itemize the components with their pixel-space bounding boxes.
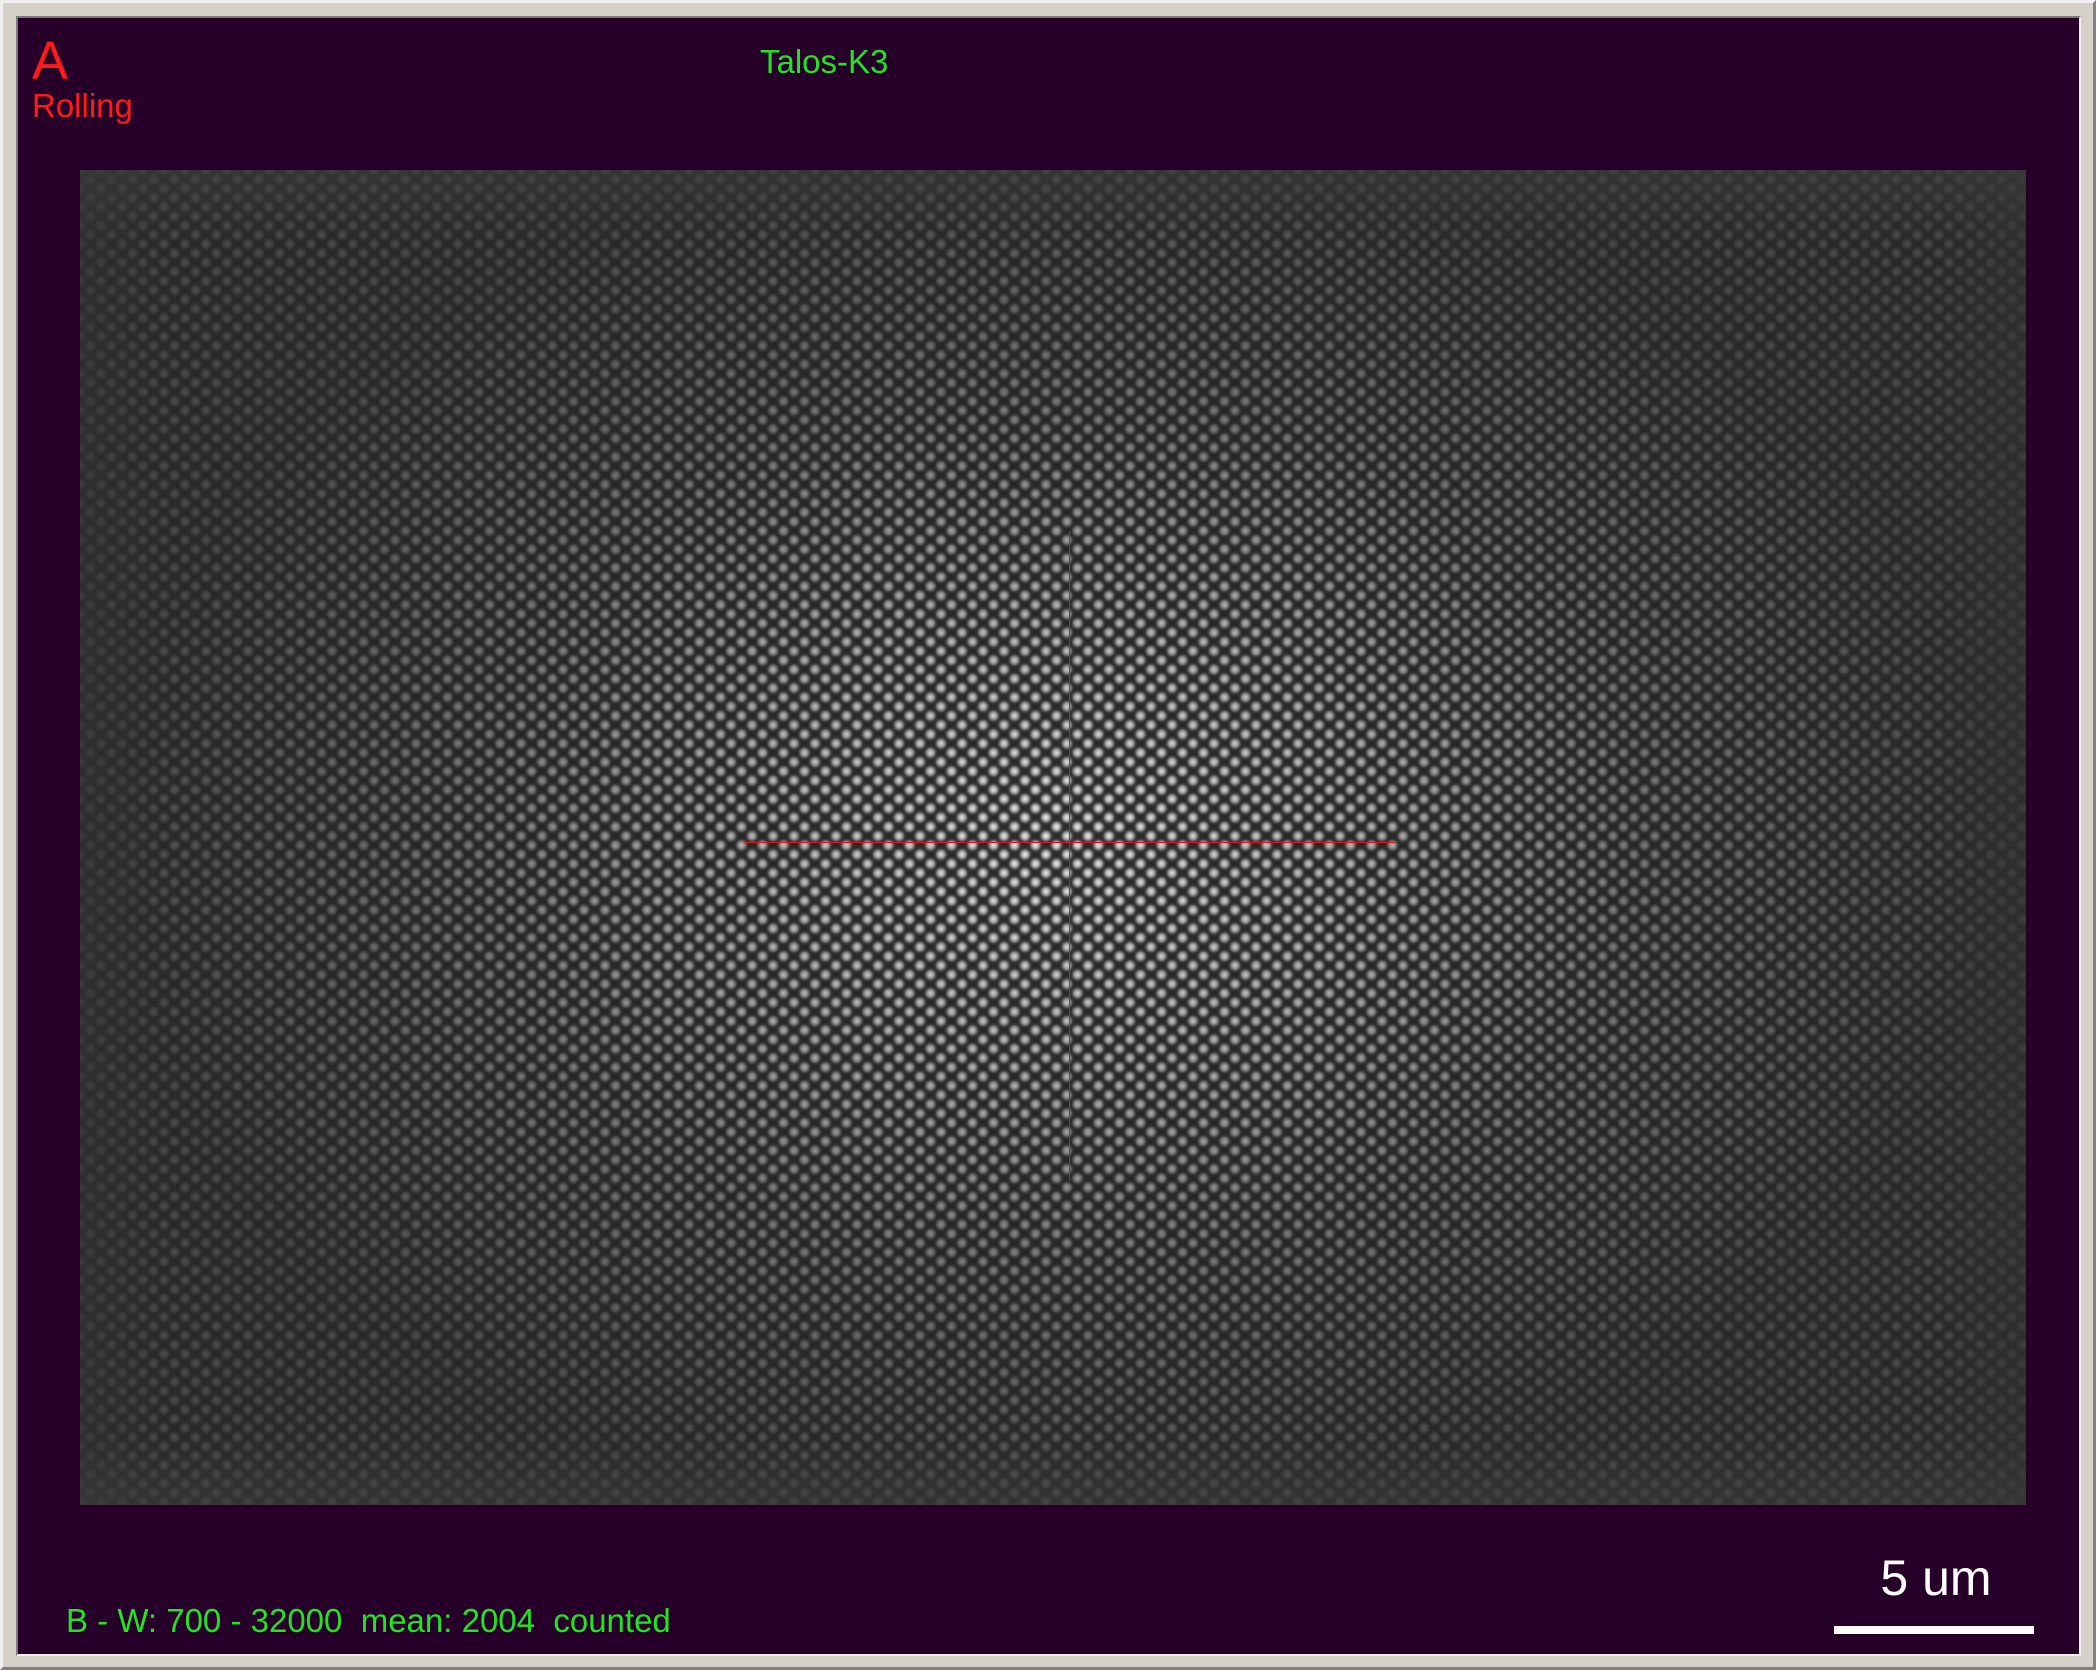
image-edge-shading: [80, 170, 2026, 1505]
buffer-letter-label: A: [32, 31, 69, 91]
image-window: A Rolling Talos-K3 B - W: 700 - 32000 me…: [0, 0, 2096, 1670]
image-viewport[interactable]: A Rolling Talos-K3 B - W: 700 - 32000 me…: [16, 16, 2081, 1656]
micrograph-image[interactable]: [80, 170, 2026, 1505]
scale-bar: [1834, 1626, 2034, 1634]
crosshair-horizontal-line: [744, 842, 1396, 843]
acquire-mode-label: Rolling: [32, 87, 133, 124]
scale-bar-label: 5 um: [1880, 1550, 1992, 1606]
camera-name-label: Talos-K3: [760, 43, 889, 80]
black-white-stats-label: B - W: 700 - 32000 mean: 2004 counted: [66, 1602, 671, 1639]
crosshair-vertical-line: [1069, 531, 1070, 1181]
